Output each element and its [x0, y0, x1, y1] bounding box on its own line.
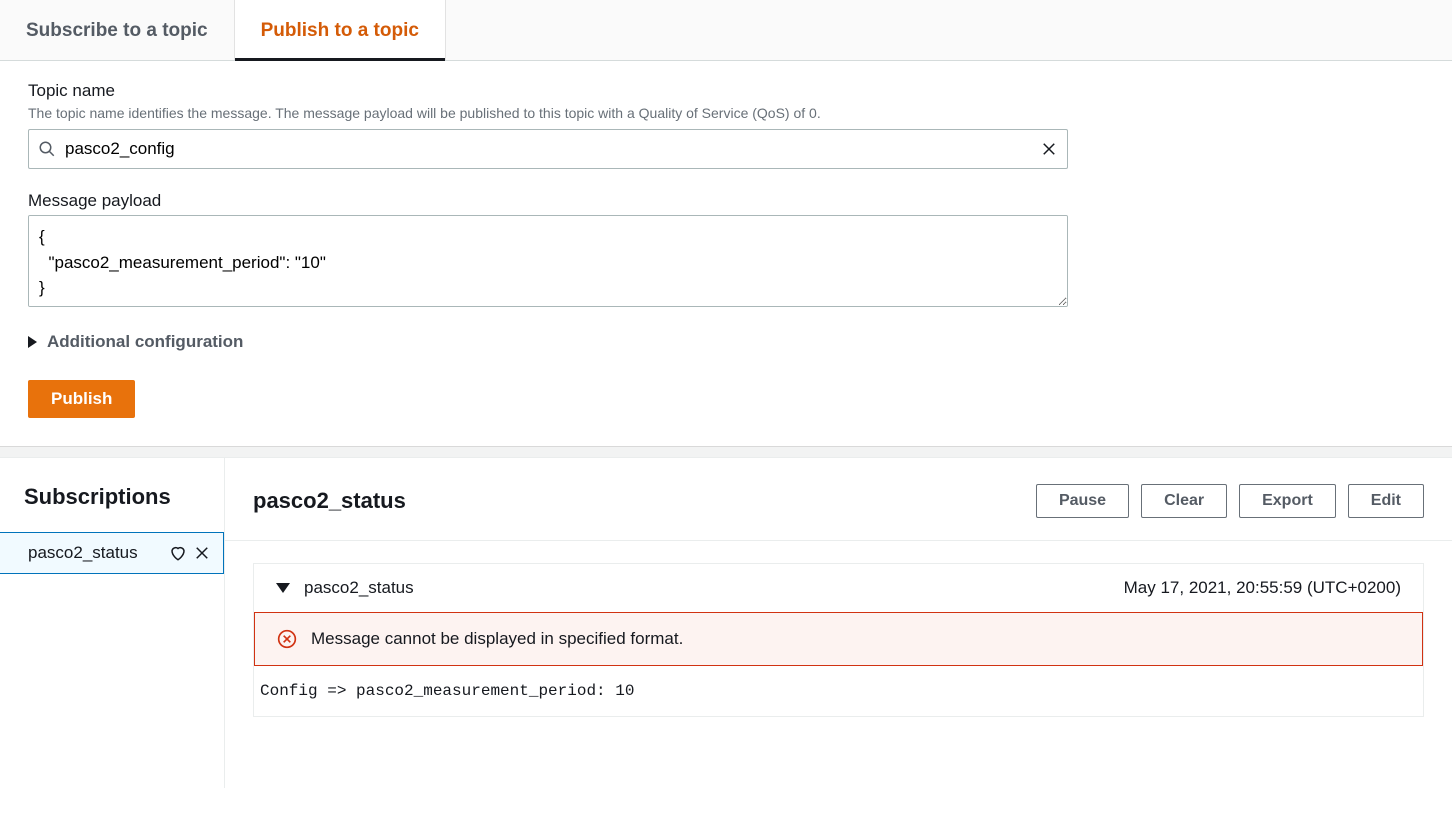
tab-publish[interactable]: Publish to a topic: [235, 0, 446, 60]
message-raw: Config => pasco2_measurement_period: 10: [254, 666, 1423, 716]
subscriptions-title: Subscriptions: [0, 458, 224, 532]
detail-panel: pasco2_status Pause Clear Export Edit pa…: [225, 458, 1452, 788]
section-divider: [0, 446, 1452, 458]
detail-title: pasco2_status: [253, 488, 406, 514]
tabs-bar: Subscribe to a topic Publish to a topic: [0, 0, 1452, 61]
error-banner: Message cannot be displayed in specified…: [254, 612, 1423, 666]
additional-configuration-label: Additional configuration: [47, 332, 243, 352]
publish-form: Topic name The topic name identifies the…: [0, 61, 1452, 446]
clear-input-icon[interactable]: [1040, 140, 1058, 158]
payload-textarea[interactable]: [28, 215, 1068, 307]
topic-name-input[interactable]: [28, 129, 1068, 169]
message-header: pasco2_status May 17, 2021, 20:55:59 (UT…: [254, 564, 1423, 612]
topic-name-hint: The topic name identifies the message. T…: [28, 105, 1424, 121]
caret-down-icon[interactable]: [276, 583, 290, 593]
topic-name-label: Topic name: [28, 81, 1424, 101]
subscriptions-panel: Subscriptions pasco2_status: [0, 458, 225, 788]
message-topic: pasco2_status: [304, 578, 414, 598]
close-icon[interactable]: [193, 544, 211, 562]
error-icon: [277, 629, 297, 649]
publish-button[interactable]: Publish: [28, 380, 135, 418]
detail-button-row: Pause Clear Export Edit: [1036, 484, 1424, 518]
edit-button[interactable]: Edit: [1348, 484, 1424, 518]
detail-header: pasco2_status Pause Clear Export Edit: [225, 458, 1452, 541]
error-text: Message cannot be displayed in specified…: [311, 629, 683, 649]
tab-subscribe[interactable]: Subscribe to a topic: [0, 0, 235, 60]
search-icon: [38, 140, 56, 158]
lower-panel: Subscriptions pasco2_status pasco2_statu…: [0, 458, 1452, 788]
subscription-item-label: pasco2_status: [28, 543, 138, 563]
message-card: pasco2_status May 17, 2021, 20:55:59 (UT…: [253, 563, 1424, 717]
caret-right-icon: [28, 336, 37, 348]
clear-button[interactable]: Clear: [1141, 484, 1227, 518]
message-timestamp: May 17, 2021, 20:55:59 (UTC+0200): [1124, 578, 1401, 598]
heart-icon[interactable]: [169, 544, 187, 562]
export-button[interactable]: Export: [1239, 484, 1336, 518]
additional-configuration-toggle[interactable]: Additional configuration: [28, 332, 1424, 352]
topic-input-wrap: [28, 129, 1068, 169]
subscription-item[interactable]: pasco2_status: [0, 532, 224, 574]
payload-section: Message payload: [28, 191, 1424, 310]
pause-button[interactable]: Pause: [1036, 484, 1129, 518]
payload-label: Message payload: [28, 191, 1424, 211]
